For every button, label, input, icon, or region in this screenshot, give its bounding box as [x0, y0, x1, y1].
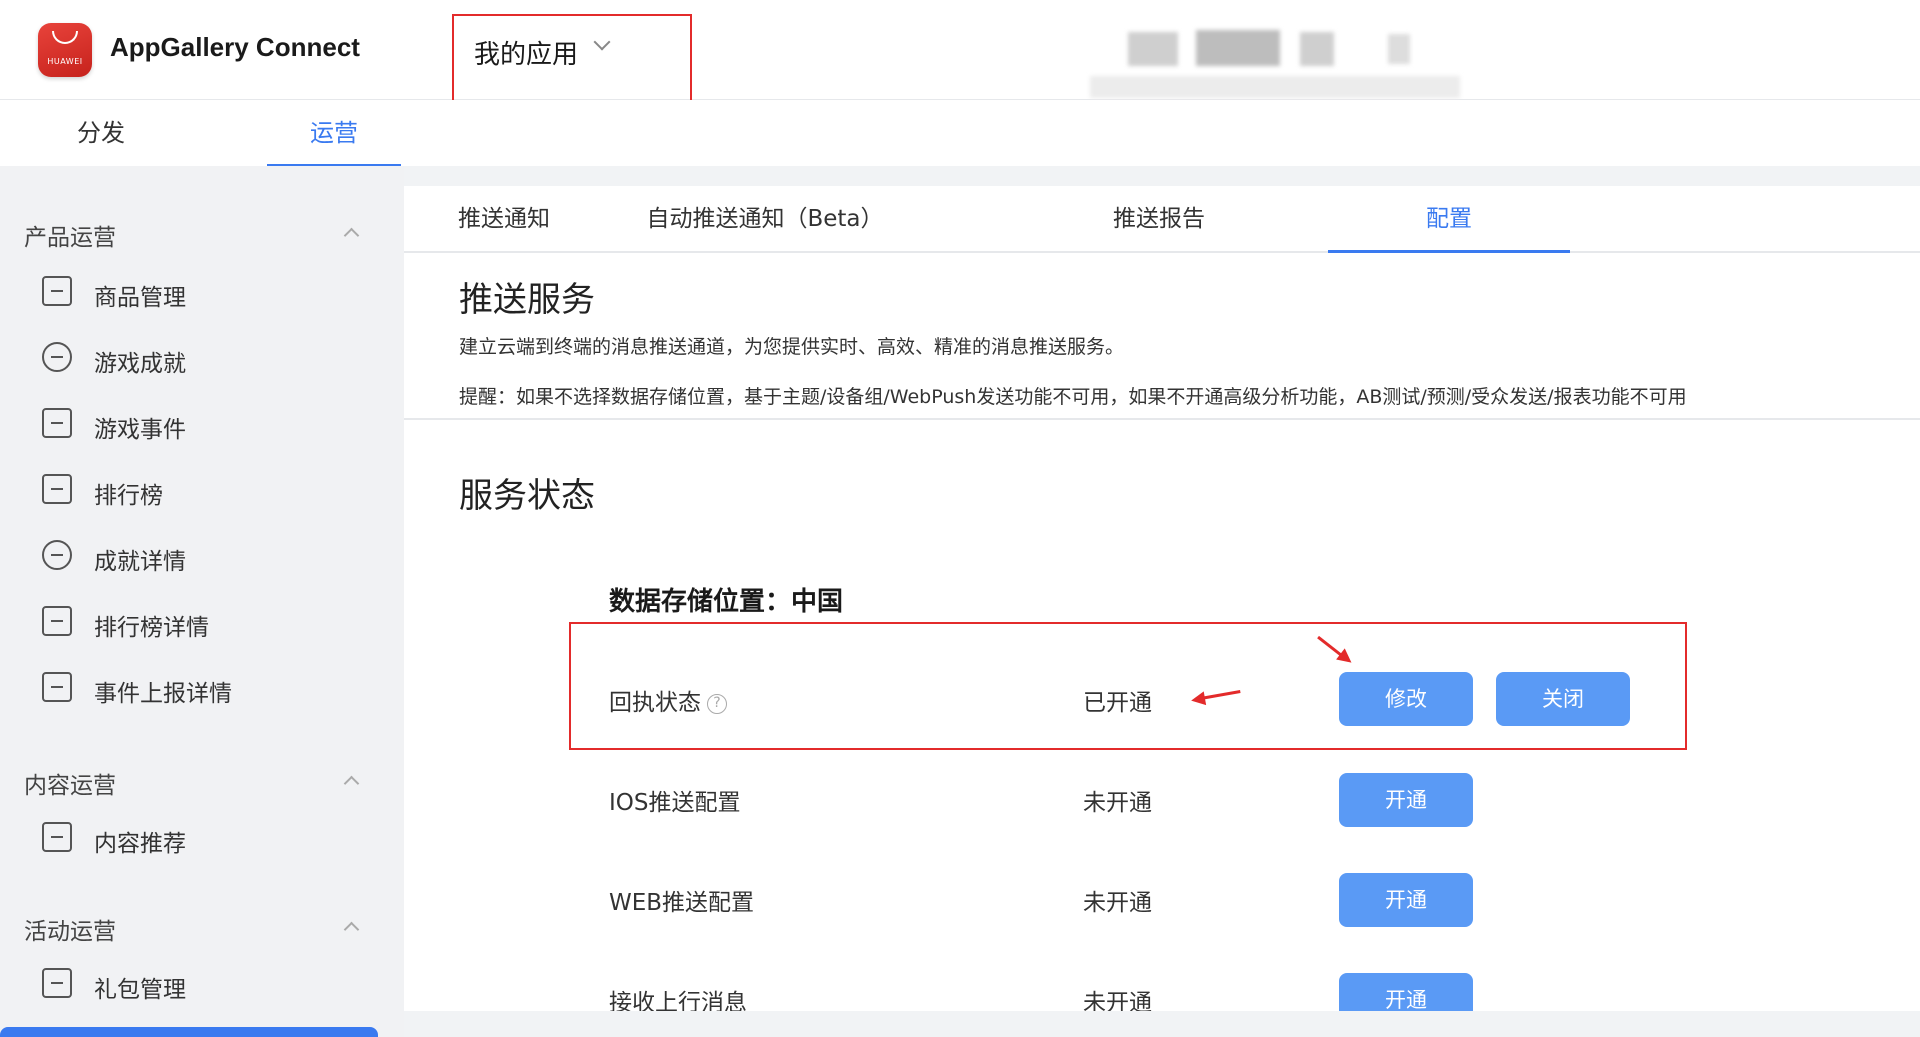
- chevron-up-icon[interactable]: [343, 227, 360, 244]
- close-service-button[interactable]: 关闭: [1496, 672, 1630, 726]
- enable-upstream-message-button[interactable]: 开通: [1339, 973, 1473, 1011]
- sidebar-item-product-management[interactable]: 商品管理: [38, 266, 388, 316]
- app-selector-highlight[interactable]: 我的应用: [452, 14, 692, 111]
- sidebar-item-label: 内容推荐: [94, 831, 186, 857]
- row-web-push-label: WEB推送配置: [609, 890, 755, 916]
- row-receipt-status-label: 回执状态?: [609, 683, 727, 717]
- row-ios-push-label: IOS推送配置: [609, 790, 741, 816]
- sidebar-item-label: 游戏成就: [94, 351, 186, 377]
- achievement-badge-icon: [42, 342, 72, 372]
- sidebar-item-game-achievements[interactable]: 游戏成就: [38, 332, 388, 382]
- push-service-description: 建立云端到终端的消息推送通道，为您提供实时、高效、精准的消息推送服务。: [459, 336, 1125, 358]
- bag-icon: [42, 276, 72, 306]
- sidebar-item-leaderboard-details[interactable]: 排行榜详情: [38, 596, 388, 646]
- logo-text: HUAWEI: [47, 57, 83, 66]
- sidebar-item-label: 事件上报详情: [94, 681, 232, 707]
- app-selector-label[interactable]: 我的应用: [474, 34, 578, 71]
- push-service-tip: 提醒：如果不选择数据存储位置，基于主题/设备组/WebPush发送功能不可用，如…: [459, 386, 1687, 408]
- sidebar-item-leaderboard[interactable]: 排行榜: [38, 464, 388, 514]
- row-upstream-message-status: 未开通: [1083, 990, 1152, 1011]
- sidebar: 产品运营 商品管理 游戏成就 游戏事件 排行榜 成就详情 排行榜详情 事件上报详…: [0, 166, 404, 1037]
- sidebar-item-label: 成就详情: [94, 549, 186, 575]
- tab-push-report[interactable]: 推送报告: [1084, 186, 1234, 253]
- logo-bag-icon: [52, 31, 78, 44]
- sidebar-item-gift-management[interactable]: 礼包管理: [38, 958, 388, 1008]
- row-upstream-message-label: 接收上行消息: [609, 990, 747, 1011]
- gift-icon: [42, 968, 72, 998]
- sub-tabs: 推送通知 自动推送通知（Beta） 推送报告 配置: [404, 186, 1920, 253]
- event-icon: [42, 408, 72, 438]
- content-recommend-icon: [42, 822, 72, 852]
- tab-auto-push-notification[interactable]: 自动推送通知（Beta）: [640, 186, 890, 253]
- leaderboard-icon: [42, 474, 72, 504]
- tab-distribution[interactable]: 分发: [34, 100, 168, 166]
- sidebar-item-game-events[interactable]: 游戏事件: [38, 398, 388, 448]
- sidebar-item-label: 排行榜详情: [94, 615, 209, 641]
- brand-name[interactable]: AppGallery Connect: [110, 32, 360, 63]
- sidebar-item-content-recommendation[interactable]: 内容推荐: [38, 812, 388, 862]
- enable-web-push-button[interactable]: 开通: [1339, 873, 1473, 927]
- tab-push-notification[interactable]: 推送通知: [428, 186, 580, 253]
- chevron-down-icon[interactable]: [593, 33, 611, 51]
- huawei-logo[interactable]: HUAWEI: [38, 23, 92, 77]
- row-web-push-status: 未开通: [1083, 890, 1152, 916]
- sidebar-item-label: 商品管理: [94, 285, 186, 311]
- tab-operations[interactable]: 运营: [267, 100, 401, 166]
- modify-button[interactable]: 修改: [1339, 672, 1473, 726]
- row-ios-push-status: 未开通: [1083, 790, 1152, 816]
- top-header: HUAWEI AppGallery Connect 我的应用: [0, 0, 1920, 111]
- sidebar-group-activity-ops[interactable]: 活动运营: [24, 912, 116, 946]
- tab-configuration[interactable]: 配置: [1328, 186, 1570, 253]
- sidebar-item-label: 游戏事件: [94, 417, 186, 443]
- chevron-up-icon[interactable]: [343, 775, 360, 792]
- leaderboard-detail-icon: [42, 606, 72, 636]
- sidebar-item-label: 礼包管理: [94, 977, 186, 1003]
- row-receipt-status-value: 已开通: [1083, 690, 1152, 716]
- sidebar-item-achievement-details[interactable]: 成就详情: [38, 530, 388, 580]
- section-divider: [404, 418, 1920, 420]
- help-icon[interactable]: ?: [707, 693, 727, 714]
- sidebar-group-product-ops[interactable]: 产品运营: [24, 218, 116, 252]
- push-service-title: 推送服务: [459, 280, 595, 320]
- sidebar-item-label: 排行榜: [94, 483, 163, 509]
- sidebar-item-event-report-details[interactable]: 事件上报详情: [38, 662, 388, 712]
- event-report-icon: [42, 672, 72, 702]
- row-name-text: 回执状态: [609, 690, 701, 716]
- sidebar-group-content-ops[interactable]: 内容运营: [24, 766, 116, 800]
- top-navigation: 分发 运营: [0, 100, 1920, 166]
- storage-location: 数据存储位置：中国: [609, 587, 844, 617]
- chevron-up-icon[interactable]: [343, 921, 360, 938]
- achievement-detail-icon: [42, 540, 72, 570]
- enable-ios-push-button[interactable]: 开通: [1339, 773, 1473, 827]
- sidebar-active-indicator: [0, 1027, 378, 1037]
- service-status-title: 服务状态: [459, 476, 595, 516]
- main-content: 推送通知 自动推送通知（Beta） 推送报告 配置 推送服务 建立云端到终端的消…: [404, 186, 1920, 1011]
